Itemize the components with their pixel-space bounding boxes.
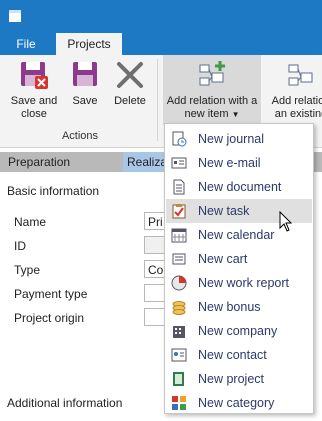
menu-item-new-cart[interactable]: New cart: [166, 247, 312, 271]
delete-icon: [117, 62, 143, 88]
ribbon-tab-row: File Projects: [0, 33, 322, 55]
save-close-icon: [21, 62, 48, 89]
menu-item-new-project[interactable]: New project: [166, 367, 312, 391]
menu-item-label: New e-mail: [198, 156, 261, 170]
menu-item-label: New journal: [198, 132, 265, 146]
menu-item-label: New contact: [198, 348, 267, 362]
menu-item-new-journal[interactable]: New journal: [166, 127, 312, 151]
email-icon: [171, 157, 187, 169]
menu-item-label: New bonus: [198, 300, 261, 314]
add-relation-icon: [199, 61, 225, 86]
task-icon: [172, 204, 186, 219]
menu-item-new-contact[interactable]: New contact: [166, 343, 312, 367]
delete-button[interactable]: Delete: [108, 59, 152, 108]
save-label: Save: [72, 95, 98, 107]
add-relation-existing-button[interactable]: Add relation an existing: [266, 59, 322, 121]
menu-item-new-email[interactable]: New e-mail: [166, 151, 312, 175]
id-label: ID: [14, 239, 26, 253]
section-tab-preparation[interactable]: Preparation: [8, 152, 70, 172]
menu-item-label: New calendar: [198, 228, 275, 242]
document-icon: [173, 179, 185, 195]
menu-item-label: New work report: [198, 276, 289, 290]
menu-item-label: New cart: [198, 252, 248, 266]
save-and-close-label: Save and close: [10, 95, 58, 120]
tab-projects[interactable]: Projects: [56, 33, 122, 55]
name-label: Name: [14, 215, 47, 229]
calendar-icon: [171, 228, 187, 243]
menu-item-new-document[interactable]: New document: [166, 175, 312, 199]
mouse-cursor-icon: [279, 211, 293, 232]
company-icon: [173, 326, 185, 338]
menu-item-label: New category: [198, 396, 275, 410]
work-report-icon: [171, 275, 187, 291]
ribbon-group-label: Actions: [61, 130, 99, 142]
add-relation-existing-label: Add relation an existing: [271, 95, 322, 120]
add-relation-new-label: Add relation with a new item: [166, 95, 258, 120]
project-icon: [173, 372, 184, 386]
menu-item-new-work-report[interactable]: New work report: [166, 271, 312, 295]
add-relation-dropdown-menu: New journal New e-mail New document New …: [164, 123, 314, 414]
dropdown-arrow-icon: ▼: [231, 110, 240, 119]
menu-item-new-company[interactable]: New company: [166, 319, 312, 343]
tab-file[interactable]: File: [9, 33, 43, 55]
cart-icon: [172, 253, 186, 265]
contact-icon: [171, 348, 187, 362]
delete-label: Delete: [114, 95, 146, 107]
basic-information-heading: Basic information: [7, 184, 100, 198]
add-relation-new-item-button[interactable]: Add relation with a new item ▼: [163, 55, 261, 125]
project-origin-label: Project origin: [14, 311, 85, 325]
ribbon-group-separator: [157, 59, 158, 141]
title-bar: [0, 0, 322, 33]
save-and-close-button[interactable]: Save and close: [6, 59, 62, 121]
menu-item-new-bonus[interactable]: New bonus: [166, 295, 312, 319]
save-button[interactable]: Save: [64, 59, 106, 108]
additional-information-heading: Additional information: [7, 396, 123, 410]
journal-icon: [172, 131, 187, 147]
menu-item-new-category[interactable]: New category: [166, 391, 312, 415]
menu-item-label: New project: [198, 372, 264, 386]
app-icon: [9, 10, 21, 22]
bonus-icon: [172, 301, 186, 315]
save-icon: [73, 62, 97, 86]
menu-item-label: New document: [198, 180, 282, 194]
category-icon: [172, 396, 186, 410]
add-relation-existing-icon: [288, 64, 313, 86]
menu-item-label: New task: [198, 204, 250, 218]
type-label: Type: [14, 263, 41, 277]
menu-item-label: New company: [198, 324, 278, 338]
payment-type-label: Payment type: [14, 287, 88, 301]
